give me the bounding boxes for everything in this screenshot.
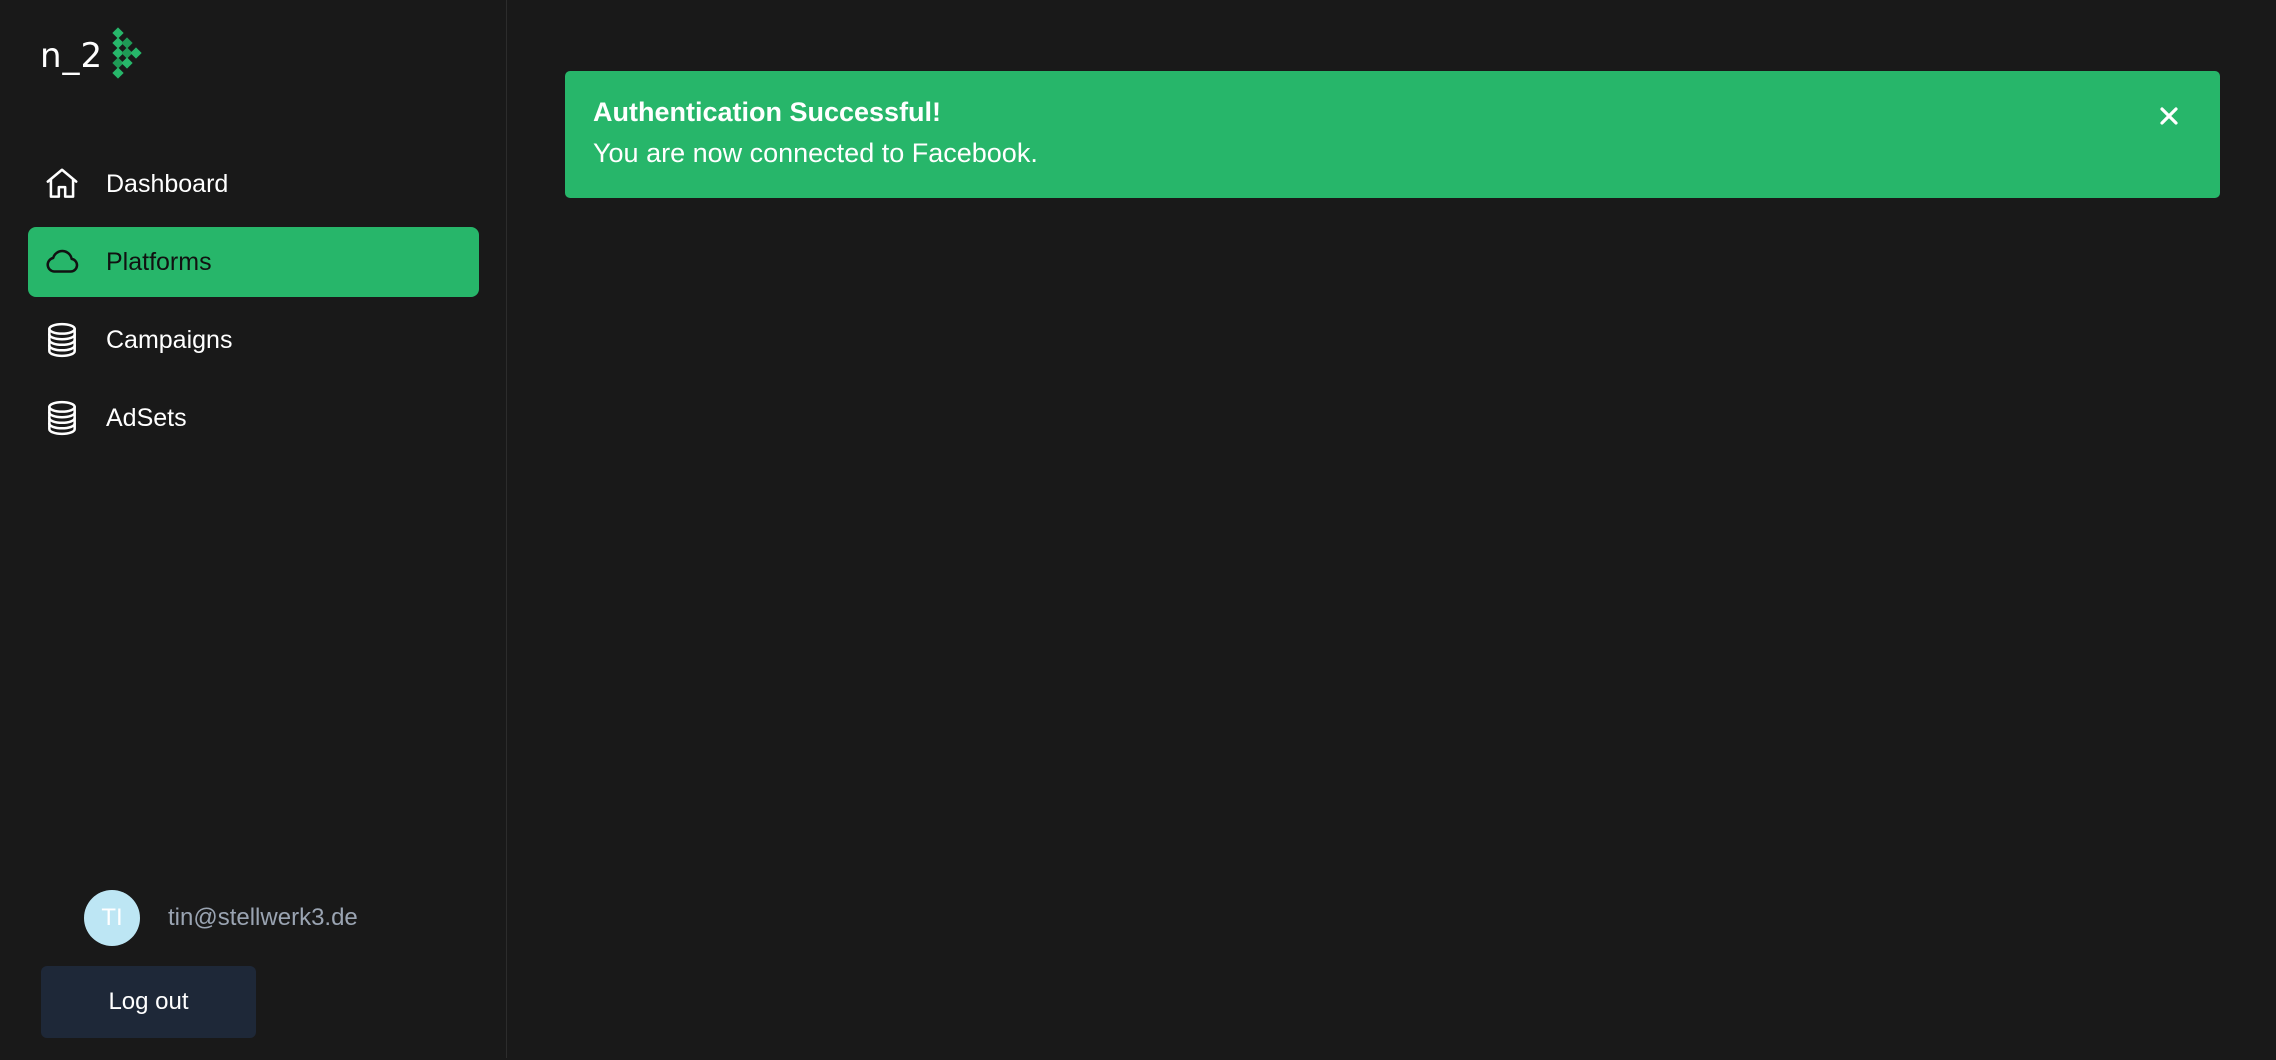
sidebar-item-platforms[interactable]: Platforms: [28, 227, 479, 297]
alert-message: You are now connected to Facebook.: [593, 138, 1038, 168]
logo-mark-icon: [112, 27, 142, 79]
user-profile[interactable]: TI tin@stellwerk3.de: [84, 890, 358, 946]
cloud-icon: [43, 243, 81, 281]
logo-text: n_2: [40, 36, 104, 76]
sidebar-item-label: Platforms: [106, 247, 212, 276]
user-email: tin@stellwerk3.de: [168, 904, 358, 931]
sidebar-item-adsets[interactable]: AdSets: [28, 383, 479, 453]
alert-title: Authentication Successful!: [593, 97, 942, 127]
brand-logo[interactable]: n_2: [40, 26, 149, 86]
sidebar-item-label: Dashboard: [106, 169, 229, 198]
logout-button[interactable]: Log out: [41, 966, 256, 1038]
app-window: n_2 Dashboard Platforms Campaigns AdSets…: [0, 0, 2276, 1060]
sidebar-item-label: AdSets: [106, 403, 187, 432]
database-icon: [43, 399, 81, 437]
close-icon[interactable]: [2154, 101, 2184, 131]
sidebar-nav: Dashboard Platforms Campaigns AdSets: [28, 149, 479, 461]
home-icon: [43, 165, 81, 203]
database-icon: [43, 321, 81, 359]
avatar: TI: [84, 890, 140, 946]
success-alert: Authentication Successful! You are now c…: [565, 71, 2220, 198]
sidebar-item-campaigns[interactable]: Campaigns: [28, 305, 479, 375]
sidebar-item-label: Campaigns: [106, 325, 233, 354]
sidebar-item-dashboard[interactable]: Dashboard: [28, 149, 479, 219]
sidebar: n_2 Dashboard Platforms Campaigns AdSets…: [0, 0, 507, 1058]
